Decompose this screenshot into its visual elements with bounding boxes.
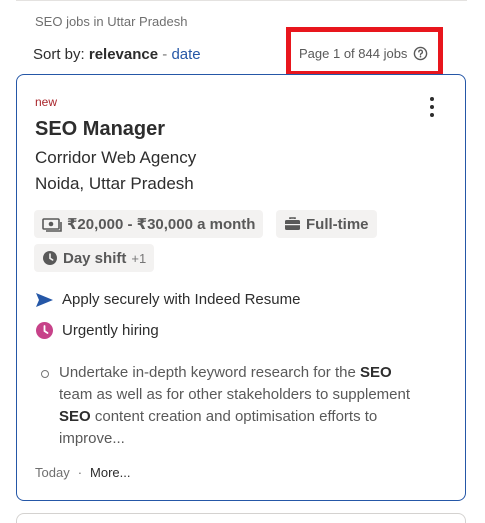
job-card[interactable]: new SEO Manager Corridor Web Agency Noid…: [16, 74, 466, 501]
footer-dot: ·: [77, 465, 83, 480]
shift-chip: Day shift +1: [34, 244, 155, 272]
sort-date-link[interactable]: date: [171, 46, 200, 63]
sort-controls: Sort by: relevance - date: [33, 46, 201, 63]
job-snippet: Undertake in-depth keyword research for …: [35, 362, 425, 450]
sort-label: Sort by:: [33, 46, 85, 63]
money-icon: [42, 218, 62, 232]
job-type-text: Full-time: [306, 215, 369, 233]
job-location: Noida, Uttar Pradesh: [35, 174, 194, 193]
more-options-icon[interactable]: [429, 97, 435, 117]
sort-relevance[interactable]: relevance: [89, 46, 158, 63]
more-link[interactable]: More...: [90, 465, 130, 480]
clock-icon: [43, 251, 57, 265]
sort-separator: -: [162, 46, 168, 63]
urgent-feature: Urgently hiring: [35, 321, 159, 340]
card-footer: Today · More...: [35, 465, 131, 480]
snippet-item: Undertake in-depth keyword research for …: [41, 362, 425, 450]
top-divider: [16, 0, 467, 1]
posted-date: Today: [35, 465, 70, 480]
salary-chip: ₹20,000 - ₹30,000 a month: [34, 210, 264, 238]
job-title[interactable]: SEO Manager: [35, 118, 165, 141]
urgent-text: Urgently hiring: [62, 322, 159, 339]
results-heading: SEO jobs in Uttar Pradesh: [35, 14, 188, 29]
highlight-box: [286, 27, 443, 76]
send-arrow-icon: [36, 292, 53, 307]
salary-text: ₹20,000 - ₹30,000 a month: [67, 216, 256, 233]
shift-more-count: +1: [131, 250, 147, 266]
next-job-card[interactable]: [16, 513, 466, 523]
easy-apply-feature: Apply securely with Indeed Resume: [35, 291, 300, 308]
shift-text: Day shift: [63, 249, 127, 267]
new-tag: new: [35, 95, 58, 109]
urgent-clock-icon: [36, 322, 53, 339]
company-name: Corridor Web Agency: [35, 148, 197, 167]
briefcase-icon: [285, 217, 300, 230]
job-type-chip: Full-time: [276, 210, 377, 238]
apply-text: Apply securely with Indeed Resume: [62, 291, 301, 308]
